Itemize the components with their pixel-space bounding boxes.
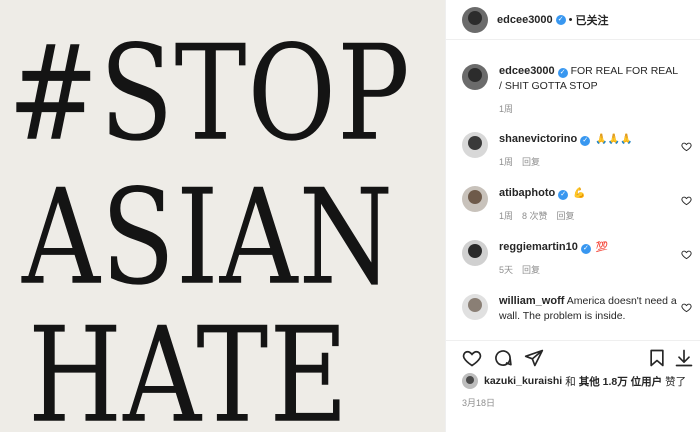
comment-text: 🙏🙏🙏 [595, 134, 633, 145]
likes-others-link[interactable]: 其他 1.8万 位用户 [579, 374, 662, 389]
comment-text: 💪 [573, 188, 586, 199]
like-comment-heart-icon[interactable] [681, 302, 692, 313]
verified-badge-icon: ✓ [558, 190, 569, 200]
commenter-avatar[interactable] [462, 294, 488, 320]
reply-button[interactable]: 回复 [557, 211, 575, 221]
comment-username[interactable]: shanevictorino [499, 133, 577, 145]
comment-item: atibaphoto ✓ 💪 1周 8 次赞 回复 [462, 186, 692, 224]
comment-item: william_woff America doesn't need a wall… [462, 294, 692, 324]
liker-username[interactable]: kazuki_kuraishi [484, 375, 562, 387]
comment-time[interactable]: 1周 [499, 157, 513, 167]
like-comment-heart-icon[interactable] [681, 195, 692, 206]
like-heart-icon[interactable] [462, 348, 482, 368]
reply-button[interactable]: 回复 [522, 157, 540, 167]
save-bookmark-icon[interactable] [647, 348, 667, 368]
verified-badge-icon: ✓ [580, 244, 591, 254]
like-comment-heart-icon[interactable] [681, 249, 692, 260]
share-send-icon[interactable] [524, 348, 544, 368]
poster-text-line: HATE [28, 300, 350, 432]
author-username[interactable]: edcee3000 [497, 14, 553, 26]
comment-time[interactable]: 1周 [499, 211, 513, 221]
comment-bubble-icon[interactable] [493, 348, 513, 368]
following-button[interactable]: 已关注 [576, 12, 609, 28]
comment-time[interactable]: 5天 [499, 265, 513, 275]
post-actions-bar [446, 340, 700, 370]
separator-dot: • [568, 13, 573, 26]
caption-time[interactable]: 1周 [499, 104, 513, 114]
reply-button[interactable]: 回复 [522, 265, 540, 275]
liker-avatar[interactable] [462, 373, 478, 389]
comment-username[interactable]: reggiemartin10 [499, 241, 578, 253]
post-sidebar: edcee3000 ✓ • 已关注 edcee3000 ✓ FOR REAL FO… [445, 0, 700, 432]
instagram-post-view: #STOP ASIAN HATE edcee3000 ✓ • 已关注 edcee… [0, 0, 700, 432]
verified-badge-icon: ✓ [557, 68, 568, 78]
likes-suffix: 赞了 [665, 375, 687, 388]
post-header: edcee3000 ✓ • 已关注 [446, 0, 700, 40]
verified-badge-icon: ✓ [580, 136, 591, 146]
commenter-avatar[interactable] [462, 240, 488, 266]
comment-item: shanevictorino ✓ 🙏🙏🙏 1周 回复 [462, 132, 692, 170]
likes-and: 和 [565, 375, 576, 388]
poster-text-line: ASIAN [22, 162, 395, 315]
likes-summary: kazuki_kuraishi 和 其他 1.8万 位用户 赞了 [462, 373, 686, 389]
author-avatar[interactable] [462, 6, 488, 33]
comment-username[interactable]: atibaphoto [499, 187, 555, 199]
comment-username[interactable]: william_woff [499, 295, 564, 307]
comment-text: 💯 [595, 242, 609, 253]
caption-username[interactable]: edcee3000 [499, 65, 555, 77]
post-image[interactable]: #STOP ASIAN HATE [0, 0, 445, 432]
verified-badge-icon: ✓ [555, 14, 566, 25]
author-avatar[interactable] [462, 64, 488, 90]
download-icon[interactable] [674, 348, 694, 368]
comment-item: reggiemartin10 ✓ 💯 5天 回复 [462, 240, 692, 278]
poster-text-line: #STOP [8, 18, 411, 171]
comment-likes-count[interactable]: 8 次赞 [522, 211, 548, 221]
post-date[interactable]: 3月18日 [462, 396, 495, 409]
commenter-avatar[interactable] [462, 132, 488, 158]
like-comment-heart-icon[interactable] [681, 141, 692, 152]
post-caption: edcee3000 ✓ FOR REAL FOR REAL / SHIT GOTT… [462, 64, 692, 117]
commenter-avatar[interactable] [462, 186, 488, 212]
